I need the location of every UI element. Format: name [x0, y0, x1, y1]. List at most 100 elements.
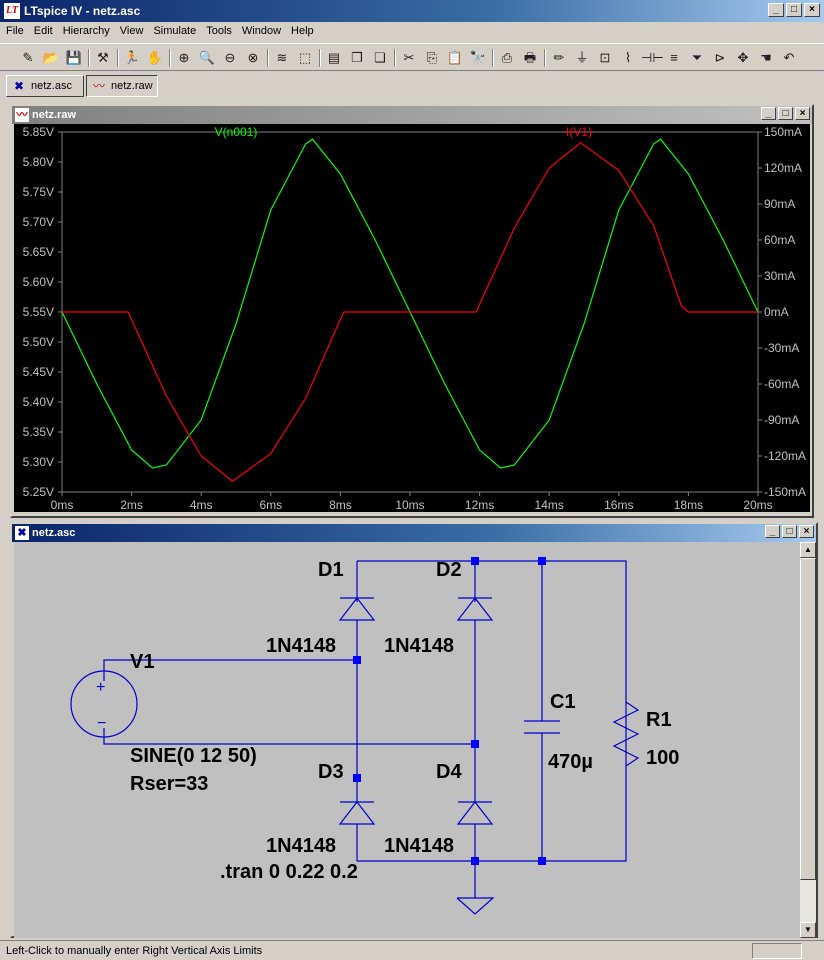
- left-y-tick-label[interactable]: 5.25V: [23, 485, 54, 499]
- tab-netz-raw[interactable]: 〰 netz.raw: [86, 75, 158, 97]
- wire-icon[interactable]: ✏: [549, 48, 569, 68]
- left-y-tick-label[interactable]: 5.70V: [23, 215, 54, 229]
- zoom-cancel-icon[interactable]: ⊗: [243, 48, 263, 68]
- print-setup-icon[interactable]: ⎙: [497, 48, 517, 68]
- run-icon[interactable]: 🏃: [122, 48, 142, 68]
- series-line-i-v1[interactable]: [62, 142, 758, 482]
- find-icon[interactable]: 🔭: [468, 48, 488, 68]
- menu-file[interactable]: File: [0, 22, 28, 37]
- right-y-tick-label[interactable]: 120mA: [764, 161, 802, 175]
- wire[interactable]: [357, 560, 627, 862]
- diode-d3-symbol[interactable]: [338, 801, 376, 825]
- print-icon[interactable]: 🖶: [520, 48, 540, 68]
- zoom-out-icon[interactable]: ⊖: [220, 48, 240, 68]
- r1-label[interactable]: R1: [646, 709, 672, 731]
- left-y-tick-label[interactable]: 5.60V: [23, 275, 54, 289]
- v1-spec-rser[interactable]: Rser=33: [130, 773, 208, 795]
- inductor-icon[interactable]: ≡: [664, 48, 684, 68]
- scroll-down-icon[interactable]: ▼: [800, 922, 816, 938]
- d1-model[interactable]: 1N4148: [266, 635, 336, 657]
- ground-symbol[interactable]: [456, 897, 495, 915]
- left-y-tick-label[interactable]: 5.45V: [23, 365, 54, 379]
- right-y-tick-label[interactable]: -30mA: [764, 341, 799, 355]
- menu-help[interactable]: Help: [285, 22, 318, 37]
- left-y-tick-label[interactable]: 5.50V: [23, 335, 54, 349]
- menu-simulate[interactable]: Simulate: [147, 22, 200, 37]
- menu-edit[interactable]: Edit: [28, 22, 57, 37]
- left-y-tick-label[interactable]: 5.80V: [23, 155, 54, 169]
- maximize-icon[interactable]: □: [782, 525, 797, 538]
- left-y-tick-label[interactable]: 5.75V: [23, 185, 54, 199]
- menu-tools[interactable]: Tools: [200, 22, 236, 37]
- left-y-tick-label[interactable]: 5.35V: [23, 425, 54, 439]
- diode-icon[interactable]: ⏷: [687, 48, 707, 68]
- right-y-tick-label[interactable]: -90mA: [764, 413, 799, 427]
- left-y-tick-label[interactable]: 5.65V: [23, 245, 54, 259]
- capacitor-icon[interactable]: ⊣⊢: [641, 48, 664, 68]
- title-bar[interactable]: LT LTspice IV - netz.asc _ □ ×: [0, 0, 824, 22]
- scroll-up-icon[interactable]: ▲: [800, 542, 816, 558]
- autorange-icon[interactable]: ≋: [272, 48, 292, 68]
- copy-icon[interactable]: ⎘: [422, 48, 442, 68]
- x-tick-label[interactable]: 12ms: [465, 498, 494, 512]
- pan-icon[interactable]: 🔍: [197, 48, 217, 68]
- tile-horizontal-icon[interactable]: ▤: [324, 48, 344, 68]
- undo-icon[interactable]: ↶: [779, 48, 799, 68]
- save-icon[interactable]: 💾: [64, 48, 84, 68]
- cascade-icon[interactable]: ❐: [347, 48, 367, 68]
- d2-model[interactable]: 1N4148: [384, 635, 454, 657]
- d3-model[interactable]: 1N4148: [266, 835, 336, 857]
- scroll-thumb[interactable]: [800, 558, 816, 880]
- x-tick-label[interactable]: 8ms: [329, 498, 352, 512]
- right-y-tick-label[interactable]: 150mA: [764, 125, 802, 139]
- close-icon[interactable]: ×: [804, 3, 820, 17]
- ground-icon[interactable]: ⏚: [572, 48, 592, 68]
- zoom-in-icon[interactable]: ⊕: [174, 48, 194, 68]
- maximize-icon[interactable]: □: [778, 107, 793, 120]
- waveform-plot-area[interactable]: 0ms 2ms 4ms 6ms 8ms 10ms 12ms 14ms 16ms 18ms 20ms 5…: [14, 124, 810, 512]
- maximize-icon[interactable]: □: [786, 3, 802, 17]
- close-icon[interactable]: ×: [795, 107, 810, 120]
- d3-label[interactable]: D3: [318, 761, 344, 783]
- v1-spec-sine[interactable]: SINE(0 12 50): [130, 745, 257, 767]
- right-y-tick-label[interactable]: 60mA: [764, 233, 795, 247]
- right-y-tick-label[interactable]: 0mA: [764, 305, 789, 319]
- label-net-icon[interactable]: ⊡: [595, 48, 615, 68]
- d4-model[interactable]: 1N4148: [384, 835, 454, 857]
- vertical-scrollbar[interactable]: ▲ ▼: [800, 542, 816, 938]
- right-y-tick-label[interactable]: -60mA: [764, 377, 799, 391]
- d1-label[interactable]: D1: [318, 559, 344, 581]
- right-y-tick-label[interactable]: -120mA: [764, 449, 806, 463]
- move-icon[interactable]: ✥: [733, 48, 753, 68]
- left-y-tick-label[interactable]: 5.40V: [23, 395, 54, 409]
- c1-label[interactable]: C1: [550, 691, 576, 713]
- x-tick-label[interactable]: 16ms: [604, 498, 633, 512]
- x-tick-label[interactable]: 10ms: [395, 498, 424, 512]
- minimize-icon[interactable]: _: [768, 3, 784, 17]
- x-tick-label[interactable]: 18ms: [674, 498, 703, 512]
- trace-label[interactable]: I(V1): [566, 125, 592, 139]
- plot-window-titlebar[interactable]: 〰 netz.raw _ □ ×: [12, 106, 812, 124]
- schematic-drawing[interactable]: V1 + − SINE(0 12 50) Rser=33 D1 1N4148 D…: [14, 542, 800, 938]
- x-tick-label[interactable]: 6ms: [259, 498, 282, 512]
- drag-icon[interactable]: ☚: [756, 48, 776, 68]
- series-line-v-n001[interactable]: [61, 138, 759, 469]
- menu-hierarchy[interactable]: Hierarchy: [57, 22, 114, 37]
- component-icon[interactable]: ⊳: [710, 48, 730, 68]
- x-tick-label[interactable]: 0ms: [51, 498, 74, 512]
- close-windows-icon[interactable]: ❏: [370, 48, 390, 68]
- control-panel-icon[interactable]: ⚒: [93, 48, 113, 68]
- minimize-icon[interactable]: _: [765, 525, 780, 538]
- diode-d4-symbol[interactable]: [456, 801, 494, 825]
- waveform-chart[interactable]: 0ms 2ms 4ms 6ms 8ms 10ms 12ms 14ms 16ms 18ms 20ms 5…: [14, 124, 810, 512]
- x-tick-label[interactable]: 20ms: [743, 498, 772, 512]
- paste-icon[interactable]: 📋: [445, 48, 465, 68]
- x-tick-label[interactable]: 2ms: [120, 498, 143, 512]
- r1-value[interactable]: 100: [646, 747, 679, 769]
- minimize-icon[interactable]: _: [761, 107, 776, 120]
- left-y-tick-label[interactable]: 5.55V: [23, 305, 54, 319]
- d2-label[interactable]: D2: [436, 559, 462, 581]
- d4-label[interactable]: D4: [436, 761, 462, 783]
- menu-window[interactable]: Window: [236, 22, 285, 37]
- right-y-tick-label[interactable]: -150mA: [764, 485, 806, 499]
